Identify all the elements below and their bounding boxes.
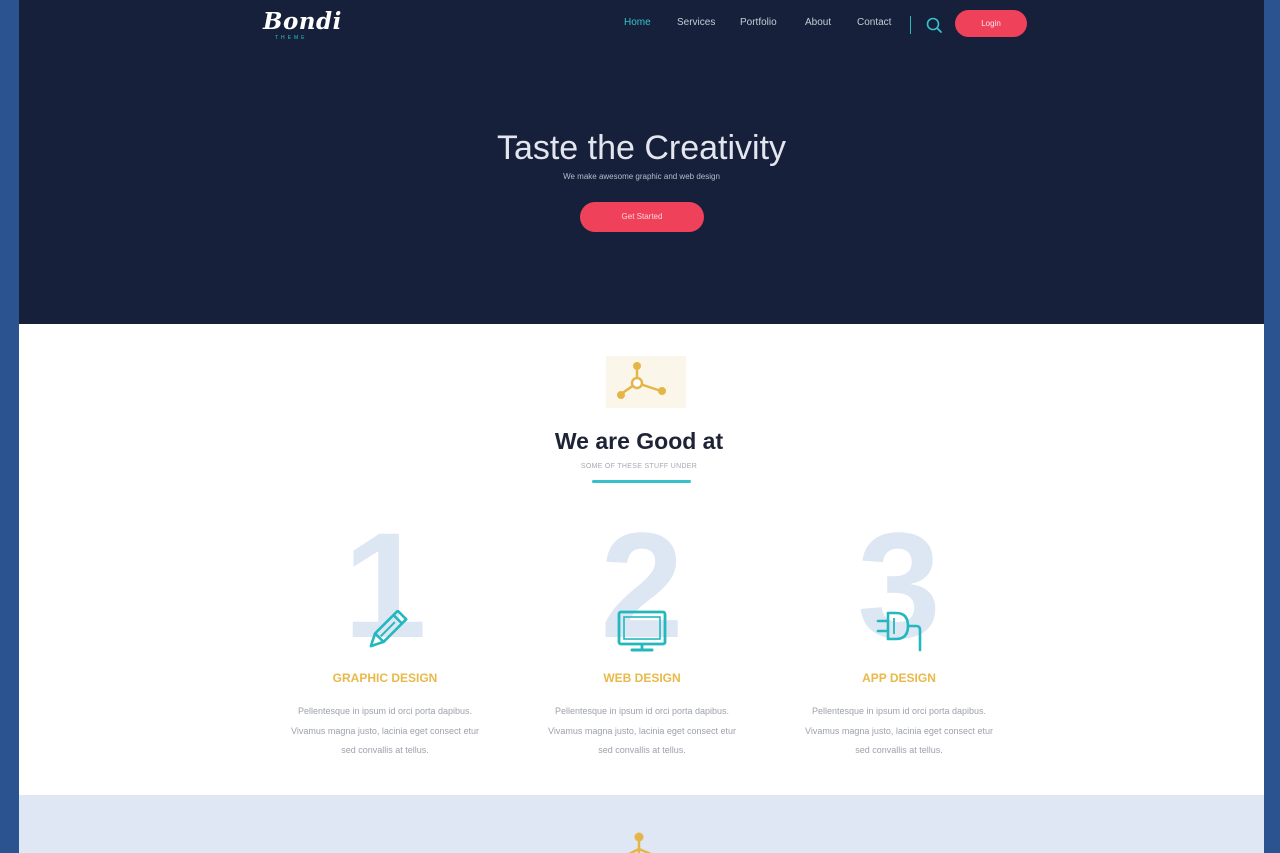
nav-item-services[interactable]: Services [677, 17, 715, 28]
card-title: APP DESIGN [862, 671, 936, 685]
page: Bondi THEME Home Services Portfolio Abou… [19, 0, 1264, 853]
section-underline [592, 480, 691, 483]
card-title: WEB DESIGN [603, 671, 681, 685]
card-text: Pellentesque in ipsum id orci porta dapi… [805, 706, 993, 755]
brand-name: Bondi [263, 8, 342, 35]
section-title: We are Good at [554, 428, 724, 454]
brand-logo[interactable]: Bondi THEME [263, 8, 341, 44]
service-card-web-design: 2 WEB DESIGN Pellentesque in ipsum id or… [532, 510, 752, 770]
nav-item-about[interactable]: About [805, 17, 831, 28]
next-section [19, 795, 1264, 853]
service-card-graphic-design: 1 GRAPHIC DESIGN Pellentesque in ipsum i… [275, 510, 495, 770]
section-subtitle: SOME OF THESE STUFF UNDER [580, 463, 698, 470]
brand-tagline: THEME [275, 35, 308, 41]
hero-title: Taste the Creativity [496, 129, 787, 167]
nav-item-home[interactable]: Home [624, 17, 651, 28]
network-nodes-icon [628, 832, 652, 853]
nav-item-portfolio[interactable]: Portfolio [740, 17, 777, 28]
monitor-icon [617, 610, 667, 652]
login-button[interactable]: Login [955, 10, 1027, 37]
service-card-app-design: 3 APP DESIGN Pellentesque in ipsum id or… [789, 510, 1009, 770]
nav-item-contact[interactable]: Contact [857, 17, 891, 28]
pencil-icon [369, 610, 408, 648]
nav-divider [910, 16, 911, 34]
network-nodes-icon [606, 356, 686, 408]
card-title: GRAPHIC DESIGN [332, 671, 438, 685]
get-started-button[interactable]: Get Started [580, 202, 704, 232]
plug-icon [876, 611, 922, 652]
search-icon[interactable] [925, 16, 943, 34]
hero-section: Bondi THEME Home Services Portfolio Abou… [19, 0, 1264, 324]
hero-subtitle: We make awesome graphic and web design [563, 172, 720, 181]
card-text: Pellentesque in ipsum id orci porta dapi… [291, 706, 479, 755]
card-text: Pellentesque in ipsum id orci porta dapi… [548, 706, 736, 755]
